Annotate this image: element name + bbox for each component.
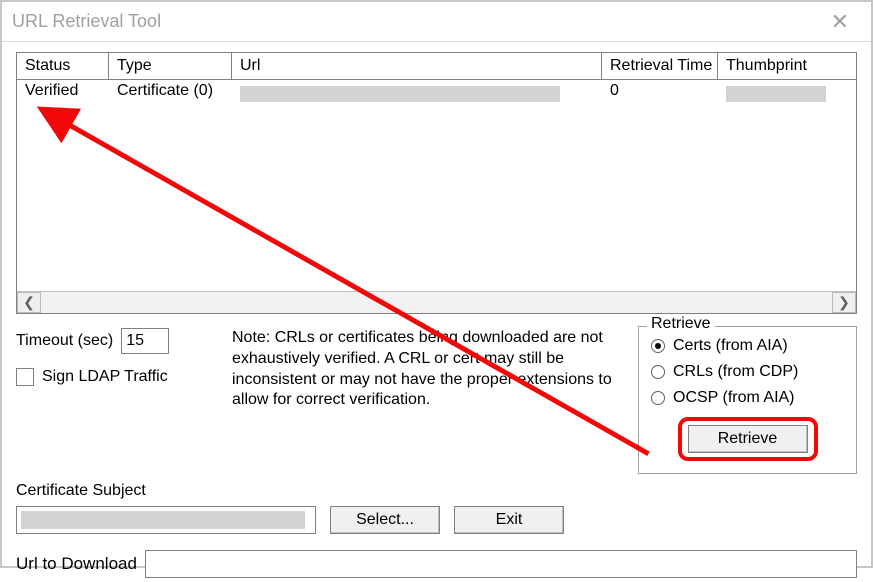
select-button[interactable]: Select... <box>330 506 440 534</box>
scroll-track[interactable] <box>41 292 832 313</box>
timeout-input[interactable] <box>121 328 169 354</box>
titlebar: URL Retrieval Tool ✕ <box>2 2 871 42</box>
column-header-type[interactable]: Type <box>109 53 232 79</box>
horizontal-scrollbar[interactable]: ❮ ❯ <box>17 291 856 313</box>
url-to-download-input[interactable] <box>145 550 857 578</box>
radio-icon <box>651 339 665 353</box>
radio-ocsp-aia[interactable]: OCSP (from AIA) <box>651 385 844 411</box>
note-text: Note: CRLs or certificates being downloa… <box>232 326 622 411</box>
certificate-subject-label: Certificate Subject <box>16 482 622 500</box>
url-to-download-label: Url to Download <box>16 554 137 574</box>
radio-certs-aia[interactable]: Certs (from AIA) <box>651 333 844 359</box>
radio-crls-cdp[interactable]: CRLs (from CDP) <box>651 359 844 385</box>
cell-retrieval-time: 0 <box>602 80 718 106</box>
sign-ldap-label: Sign LDAP Traffic <box>42 368 168 386</box>
cell-type: Certificate (0) <box>109 80 232 106</box>
column-header-url[interactable]: Url <box>232 53 602 79</box>
radio-icon <box>651 365 665 379</box>
retrieve-group: Retrieve Certs (from AIA) CRLs (from CDP… <box>638 326 857 474</box>
table-row[interactable]: Verified Certificate (0) 0 <box>17 80 856 106</box>
cell-url <box>232 80 602 106</box>
retrieve-button[interactable]: Retrieve <box>688 425 808 453</box>
window-title: URL Retrieval Tool <box>12 11 161 32</box>
certificate-subject-field[interactable] <box>16 506 316 534</box>
url-retrieval-tool-window: URL Retrieval Tool ✕ Status Type Url Ret… <box>0 0 873 568</box>
radio-label: OCSP (from AIA) <box>673 389 795 407</box>
results-table: Status Type Url Retrieval Time Thumbprin… <box>16 52 857 314</box>
radio-icon <box>651 391 665 405</box>
radio-label: CRLs (from CDP) <box>673 363 798 381</box>
cell-status: Verified <box>17 80 109 106</box>
close-icon[interactable]: ✕ <box>819 11 861 33</box>
column-header-thumbprint[interactable]: Thumbprint <box>718 53 856 79</box>
column-header-status[interactable]: Status <box>17 53 109 79</box>
timeout-label: Timeout (sec) <box>16 332 113 350</box>
retrieve-legend: Retrieve <box>647 315 715 333</box>
sign-ldap-checkbox[interactable] <box>16 368 34 386</box>
radio-label: Certs (from AIA) <box>673 337 788 355</box>
cell-thumbprint <box>718 80 856 106</box>
exit-button[interactable]: Exit <box>454 506 564 534</box>
scroll-left-icon[interactable]: ❮ <box>17 292 41 313</box>
column-header-retrieval-time[interactable]: Retrieval Time <box>602 53 718 79</box>
scroll-right-icon[interactable]: ❯ <box>832 292 856 313</box>
annotation-highlight: Retrieve <box>678 417 818 461</box>
